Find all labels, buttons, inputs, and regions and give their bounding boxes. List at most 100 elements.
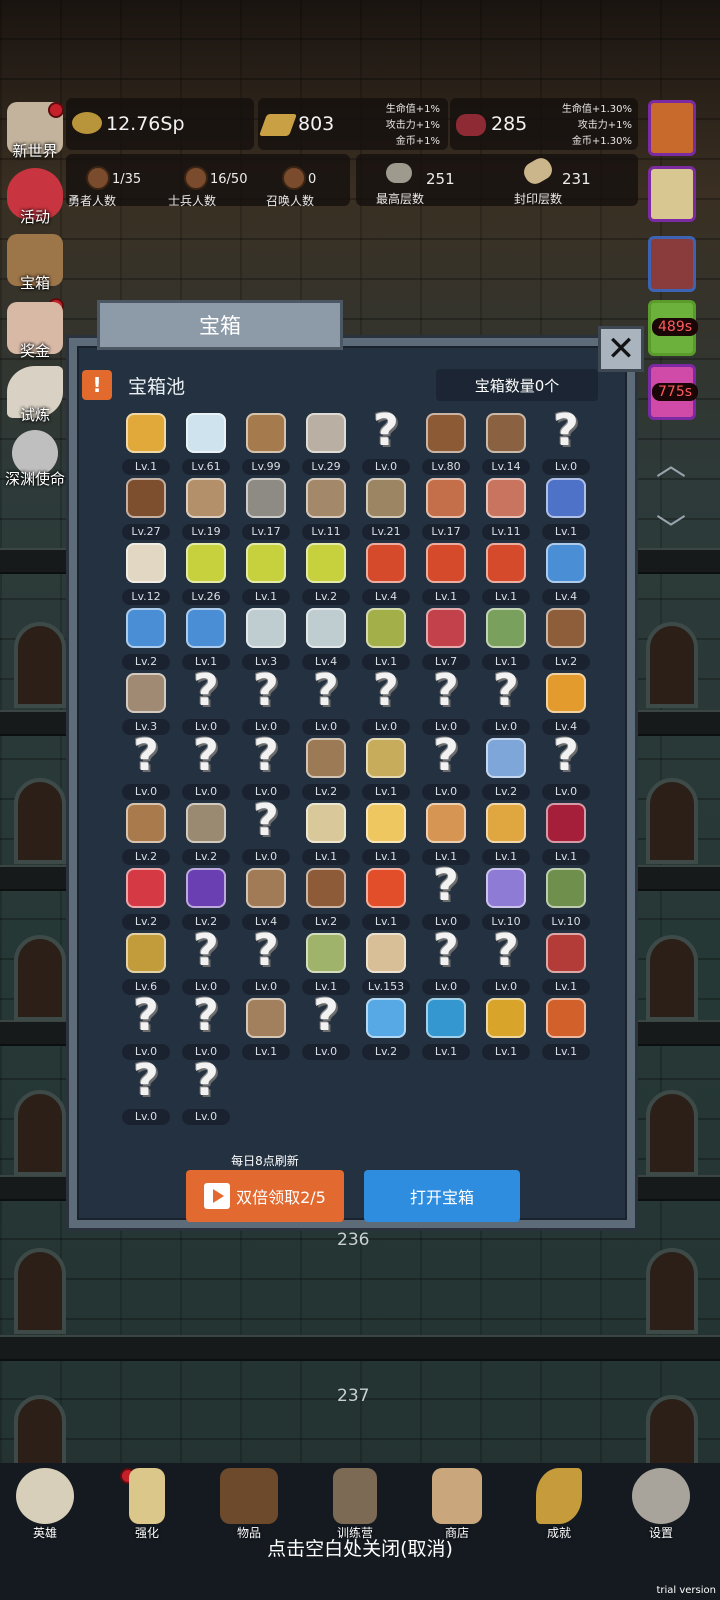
item-slot[interactable]: Lv.1 <box>236 540 296 605</box>
item-slot[interactable]: Lv.2 <box>116 865 176 930</box>
item-slot[interactable]: Lv.1 <box>536 930 596 995</box>
item-slot[interactable]: Lv.99 <box>236 410 296 475</box>
item-slot[interactable]: Lv.11 <box>296 475 356 540</box>
item-slot[interactable]: Lv.4 <box>536 540 596 605</box>
item-slot[interactable]: Lv.2 <box>116 605 176 670</box>
item-slot[interactable]: Lv.1 <box>416 995 476 1060</box>
item-slot[interactable]: Lv.61 <box>176 410 236 475</box>
item-slot[interactable]: Lv.1 <box>296 800 356 865</box>
item-slot[interactable]: ? Lv.0 <box>356 667 416 735</box>
item-slot[interactable]: Lv.1 <box>476 800 536 865</box>
item-slot[interactable]: Lv.4 <box>236 865 296 930</box>
item-slot[interactable]: Lv.7 <box>416 605 476 670</box>
item-slot[interactable]: ? Lv.0 <box>176 992 236 1060</box>
item-slot[interactable]: ? Lv.0 <box>236 797 296 865</box>
item-slot[interactable]: Lv.21 <box>356 475 416 540</box>
item-slot[interactable]: Lv.1 <box>236 995 296 1060</box>
item-slot[interactable]: ? Lv.0 <box>416 862 476 930</box>
item-slot[interactable]: Lv.1 <box>476 540 536 605</box>
item-slot[interactable]: Lv.3 <box>236 605 296 670</box>
item-slot[interactable]: Lv.4 <box>536 670 596 735</box>
item-slot[interactable]: Lv.17 <box>416 475 476 540</box>
item-slot[interactable]: Lv.29 <box>296 410 356 475</box>
item-slot[interactable]: Lv.1 <box>536 475 596 540</box>
item-slot[interactable]: Lv.1 <box>356 800 416 865</box>
side-events[interactable]: 活动 <box>4 168 66 227</box>
nav-settings[interactable]: 设置 <box>624 1468 698 1541</box>
item-slot[interactable]: Lv.153 <box>356 930 416 995</box>
item-slot[interactable]: ? Lv.0 <box>236 927 296 995</box>
close-hint[interactable]: 点击空白处关闭(取消) <box>0 1534 720 1561</box>
item-slot[interactable]: Lv.1 <box>356 735 416 800</box>
item-slot[interactable]: ? Lv.0 <box>536 407 596 475</box>
item-slot[interactable]: Lv.14 <box>476 410 536 475</box>
item-slot[interactable]: ? Lv.0 <box>176 667 236 735</box>
side-bonus[interactable]: 奖金 <box>4 302 66 361</box>
item-slot[interactable]: Lv.27 <box>116 475 176 540</box>
nav-shop[interactable]: 商店 <box>420 1468 494 1541</box>
item-slot[interactable]: Lv.6 <box>116 930 176 995</box>
item-slot[interactable]: ? Lv.0 <box>116 992 176 1060</box>
item-slot[interactable]: Lv.2 <box>176 865 236 930</box>
item-slot[interactable]: ? Lv.0 <box>116 1057 176 1125</box>
item-slot[interactable]: Lv.11 <box>476 475 536 540</box>
side-chest[interactable]: 宝箱 <box>4 234 66 293</box>
item-slot[interactable]: Lv.1 <box>476 995 536 1060</box>
item-slot[interactable]: ? Lv.0 <box>416 667 476 735</box>
item-slot[interactable]: Lv.1 <box>536 800 596 865</box>
item-slot[interactable]: ? Lv.0 <box>176 732 236 800</box>
item-slot[interactable]: Lv.1 <box>536 995 596 1060</box>
item-slot[interactable]: Lv.2 <box>116 800 176 865</box>
item-slot[interactable]: Lv.2 <box>296 865 356 930</box>
onion-icon[interactable] <box>648 100 696 156</box>
item-slot[interactable]: ? Lv.0 <box>176 927 236 995</box>
item-slot[interactable]: ? Lv.0 <box>296 992 356 1060</box>
nav-training[interactable]: 训练营 <box>318 1468 392 1541</box>
close-button[interactable]: ✕ <box>598 326 644 372</box>
item-slot[interactable]: ? Lv.0 <box>476 667 536 735</box>
item-slot[interactable]: ? Lv.0 <box>416 927 476 995</box>
candle-icon[interactable] <box>648 166 696 222</box>
nav-enhance[interactable]: 强化 <box>110 1468 184 1541</box>
item-slot[interactable]: Lv.2 <box>356 995 416 1060</box>
item-slot[interactable]: Lv.2 <box>176 800 236 865</box>
meat-box-icon[interactable] <box>648 236 696 292</box>
item-slot[interactable]: Lv.26 <box>176 540 236 605</box>
double-claim-button[interactable]: 双倍领取2/5 <box>186 1170 344 1222</box>
item-slot[interactable]: Lv.1 <box>416 540 476 605</box>
item-slot[interactable]: Lv.1 <box>476 605 536 670</box>
item-slot[interactable]: Lv.12 <box>116 540 176 605</box>
nav-items[interactable]: 物品 <box>212 1468 286 1541</box>
item-slot[interactable]: Lv.10 <box>536 865 596 930</box>
item-slot[interactable]: ? Lv.0 <box>536 732 596 800</box>
scroll-down-icon[interactable]: ﹀ <box>656 505 686 549</box>
item-slot[interactable]: Lv.4 <box>356 540 416 605</box>
item-slot[interactable]: Lv.3 <box>116 670 176 735</box>
item-slot[interactable]: Lv.1 <box>356 865 416 930</box>
item-slot[interactable]: Lv.1 <box>356 605 416 670</box>
item-slot[interactable]: ? Lv.0 <box>116 732 176 800</box>
item-slot[interactable]: ? Lv.0 <box>236 732 296 800</box>
item-slot[interactable]: ? Lv.0 <box>236 667 296 735</box>
item-slot[interactable]: Lv.80 <box>416 410 476 475</box>
item-slot[interactable]: Lv.2 <box>296 735 356 800</box>
scroll-up-icon[interactable]: ︿ <box>656 440 686 484</box>
item-slot[interactable]: Lv.1 <box>116 410 176 475</box>
item-slot[interactable]: Lv.19 <box>176 475 236 540</box>
item-slot[interactable]: ? Lv.0 <box>356 407 416 475</box>
item-slot[interactable]: Lv.10 <box>476 865 536 930</box>
item-slot[interactable]: Lv.1 <box>416 800 476 865</box>
item-slot[interactable]: ? Lv.0 <box>176 1057 236 1125</box>
item-slot[interactable]: Lv.2 <box>296 540 356 605</box>
side-trial[interactable]: 试炼 <box>4 366 66 425</box>
open-chest-button[interactable]: 打开宝箱 <box>364 1170 520 1222</box>
item-slot[interactable]: Lv.1 <box>176 605 236 670</box>
nav-heroes[interactable]: 英雄 <box>8 1468 82 1541</box>
item-slot[interactable]: Lv.2 <box>476 735 536 800</box>
item-slot[interactable]: Lv.17 <box>236 475 296 540</box>
item-slot[interactable]: Lv.4 <box>296 605 356 670</box>
item-slot[interactable]: Lv.2 <box>536 605 596 670</box>
nav-achievements[interactable]: 成就 <box>522 1468 596 1541</box>
item-slot[interactable]: ? Lv.0 <box>476 927 536 995</box>
item-slot[interactable]: Lv.1 <box>296 930 356 995</box>
